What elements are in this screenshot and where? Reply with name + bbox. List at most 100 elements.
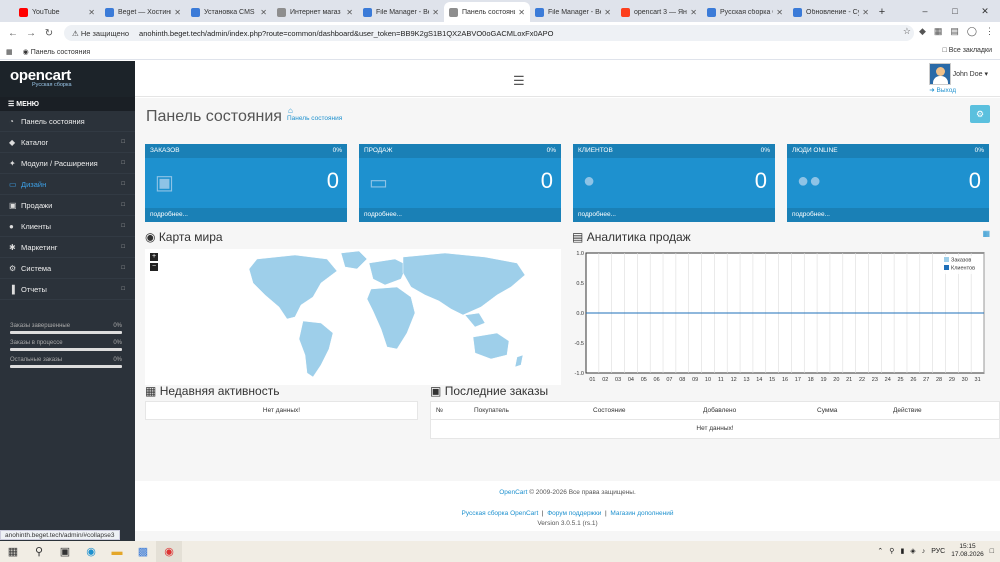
browser-tab[interactable]: Beget — Хостинг ✕ <box>100 2 186 22</box>
zoom-out-button[interactable]: − <box>150 263 158 271</box>
browser-tab[interactable]: Установка CMS ✕ <box>186 2 272 22</box>
map-africa <box>366 286 416 350</box>
windows-start-icon[interactable]: ▦ <box>0 541 26 562</box>
sidebar-item-label: Панель состояния <box>21 116 85 126</box>
minimize-icon[interactable]: – <box>910 0 940 22</box>
close-tab-icon[interactable]: ✕ <box>862 8 869 17</box>
gear-icon: ⚙ <box>9 263 17 273</box>
url-input[interactable]: ⚠ Не защищено anohinth.beget.tech/admin/… <box>64 25 914 41</box>
orders-column-header[interactable]: Покупатель <box>474 407 509 414</box>
chrome-icon[interactable]: ◉ <box>156 541 182 562</box>
browser-tab[interactable]: YouTube ✕ <box>14 2 100 22</box>
edge-icon[interactable]: ◉ <box>78 541 104 562</box>
reload-icon[interactable]: ↻ <box>40 28 58 39</box>
sidebar-item[interactable]: ◔ Панель состояния <box>0 111 135 132</box>
close-tab-icon[interactable]: ✕ <box>260 8 267 17</box>
stat-progress-bar <box>10 331 122 334</box>
footer-link-store[interactable]: Магазин дополнений <box>610 510 673 517</box>
logo[interactable]: opencart Русская сборка <box>0 61 135 97</box>
orders-column-header[interactable]: Добавлено <box>703 407 736 414</box>
orders-column-header[interactable]: Действие <box>893 407 922 414</box>
tab-title: File Manager - Be <box>376 8 430 16</box>
zoom-in-button[interactable]: + <box>150 253 158 261</box>
all-bookmarks[interactable]: □ Все закладки <box>943 47 992 54</box>
sidebar-item[interactable]: ✦ Модули / Расширения □ <box>0 153 135 174</box>
volume-icon[interactable]: ♪ <box>922 548 926 555</box>
tile-more-link[interactable]: подробнее... <box>359 208 561 222</box>
browser-tab[interactable]: Панель состояни ✕ <box>444 2 530 22</box>
star-icon[interactable]: ☆ <box>903 26 911 37</box>
store-icon[interactable]: ▩ <box>130 541 156 562</box>
chevron-right-icon: □ <box>121 223 125 229</box>
tile-more-link[interactable]: подробнее... <box>573 208 775 222</box>
profile-icon[interactable]: ◯ <box>967 26 977 37</box>
browser-tab[interactable]: Обновление - Су ✕ <box>788 2 874 22</box>
browser-tab[interactable]: opencart 3 — Ян ✕ <box>616 2 702 22</box>
tile-more-link[interactable]: подробнее... <box>145 208 347 222</box>
browser-tab[interactable]: Интернет магаз ✕ <box>272 2 358 22</box>
language-indicator[interactable]: РУС <box>931 548 945 555</box>
apps-icon[interactable]: ▦ <box>6 48 13 56</box>
back-icon[interactable]: ← <box>4 28 22 39</box>
sidebar-item[interactable]: ◆ Каталог □ <box>0 132 135 153</box>
explorer-icon[interactable]: ▬ <box>104 541 130 562</box>
sidebar-item[interactable]: ▐ Отчеты □ <box>0 279 135 300</box>
puzzle-icon[interactable]: ▦ <box>934 26 943 37</box>
close-tab-icon[interactable]: ✕ <box>174 8 181 17</box>
close-tab-icon[interactable]: ✕ <box>518 8 525 17</box>
calendar-icon[interactable]: ▦ <box>982 229 990 238</box>
close-tab-icon[interactable]: ✕ <box>432 8 439 17</box>
close-tab-icon[interactable]: ✕ <box>776 8 783 17</box>
sidebar-item[interactable]: ● Клиенты □ <box>0 216 135 237</box>
breadcrumb[interactable]: ⌂ Панель состояния <box>287 106 342 122</box>
orders-column-header[interactable]: Сумма <box>817 407 837 414</box>
extension-icon[interactable]: ◆ <box>919 26 926 37</box>
bookmark-item[interactable]: ◉ Панель состояния <box>23 48 91 56</box>
browser-tab[interactable]: File Manager - Be ✕ <box>358 2 444 22</box>
more-icon[interactable]: ⋮ <box>985 26 994 37</box>
close-tab-icon[interactable]: ✕ <box>88 8 95 17</box>
x-tick-label: 13 <box>743 377 749 383</box>
footer-brand-link[interactable]: OpenCart <box>499 489 527 496</box>
breadcrumb-label: Панель состояния <box>287 115 343 122</box>
security-indicator[interactable]: ⚠ Не защищено <box>72 29 129 38</box>
tile-more-link[interactable]: подробнее... <box>787 208 989 222</box>
orders-column-header[interactable]: № <box>436 407 443 414</box>
sidebar-item[interactable]: ✱ Маркетинг □ <box>0 237 135 258</box>
menu-toggle-icon[interactable]: ☰ <box>513 73 525 89</box>
footer-link-rs[interactable]: Русская сборка OpenCart <box>462 510 539 517</box>
maximize-icon[interactable]: □ <box>940 0 970 22</box>
orders-column-header[interactable]: Состояние <box>593 407 625 414</box>
bar-chart-icon: ▤ <box>572 230 584 244</box>
close-tab-icon[interactable]: ✕ <box>690 8 697 17</box>
forward-icon[interactable]: → <box>22 28 40 39</box>
battery-icon[interactable]: ▮ <box>900 547 904 555</box>
sidebar-item[interactable]: ⚙ Система □ <box>0 258 135 279</box>
network-icon[interactable]: ⚲ <box>889 547 894 555</box>
close-tab-icon[interactable]: ✕ <box>346 8 353 17</box>
notifications-icon[interactable]: □ <box>990 548 994 555</box>
sidepanel-icon[interactable]: ▤ <box>950 26 959 37</box>
browser-tab[interactable]: Русская сборка С ✕ <box>702 2 788 22</box>
new-tab-button[interactable]: + <box>874 2 890 22</box>
close-icon[interactable]: ✕ <box>970 0 1000 22</box>
settings-button[interactable]: ⚙ <box>970 105 990 123</box>
footer-link-forum[interactable]: Форум поддержки <box>547 510 601 517</box>
wifi-icon[interactable]: ◈ <box>910 547 915 555</box>
sidebar-item-label: Маркетинг <box>21 242 58 252</box>
sidebar-item[interactable]: ▣ Продажи □ <box>0 195 135 216</box>
stat-progress-bar <box>10 365 122 368</box>
world-map[interactable]: + − <box>145 249 561 385</box>
search-icon[interactable]: ⚲ <box>26 541 52 562</box>
page-footer: OpenCart © 2009-2026 Все права защищены.… <box>135 481 1000 531</box>
clock[interactable]: 15:15 17.08.2026 <box>951 543 984 559</box>
sidebar-item[interactable]: ▭ Дизайн □ <box>0 174 135 195</box>
close-tab-icon[interactable]: ✕ <box>604 8 611 17</box>
y-tick-label: -1.0 <box>575 371 584 377</box>
logout-link[interactable]: ➜ Выход <box>929 86 956 94</box>
browser-tab[interactable]: File Manager - Be ✕ <box>530 2 616 22</box>
task-view-icon[interactable]: ▣ <box>52 541 78 562</box>
user-menu[interactable]: John Doe ▾ <box>928 63 988 85</box>
chevron-up-icon[interactable]: ⌃ <box>877 547 883 555</box>
sales-chart[interactable]: 1.0 0.5 0.0 -0.5 -1.0 01 02 03 04 05 06 07 08 09 10 11 1… <box>572 249 992 385</box>
